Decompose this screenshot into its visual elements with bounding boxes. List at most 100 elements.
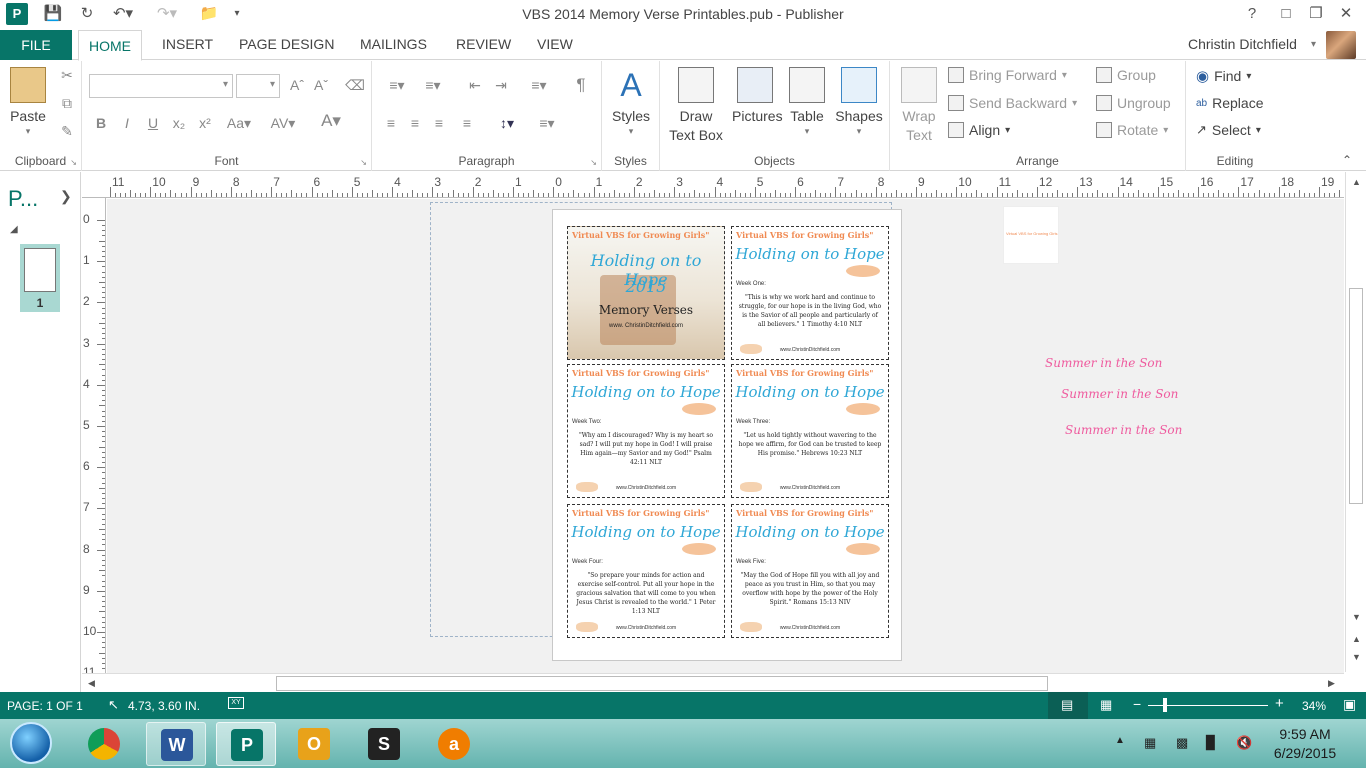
bold-icon[interactable]: B <box>90 115 112 131</box>
styles-button[interactable]: A Styles ▾ <box>608 67 654 136</box>
align-button[interactable]: Align ▾ <box>948 122 1010 138</box>
change-case-icon[interactable]: Aa▾ <box>222 115 256 132</box>
shrink-font-icon[interactable]: Aˇ <box>310 77 332 93</box>
tab-review[interactable]: REVIEW <box>456 36 511 52</box>
scratch-object[interactable]: Virtual VBS for Growing Girls <box>1003 206 1059 264</box>
horizontal-ruler[interactable]: 11 10 9 8 7 6 5 4 3 2 1 0 1 2 3 4 5 6 7 8 9 10 11 12 13 14 15 16 17 1… <box>82 172 1344 198</box>
bullets-icon[interactable]: ≡▾ <box>382 77 412 94</box>
collapse-section-icon[interactable]: ◢ <box>10 224 18 235</box>
select-button[interactable]: ↗ Select ▾ <box>1196 122 1261 138</box>
shapes-button[interactable]: Shapes ▾ <box>834 67 884 136</box>
copy-icon[interactable]: ⧉ <box>56 95 78 112</box>
columns-icon[interactable]: ≡▾ <box>524 77 554 94</box>
group-button[interactable]: Group <box>1096 67 1156 83</box>
numbering-icon[interactable]: ≡▾ <box>418 77 448 94</box>
app-taskbar-button[interactable]: S <box>354 722 414 766</box>
device-icon[interactable]: ▩ <box>1176 735 1188 751</box>
verse-card[interactable]: Virtual VBS for Growing Girls" Holding on… <box>731 226 889 360</box>
show-formatting-icon[interactable]: ¶ <box>570 75 592 95</box>
zoom-level[interactable]: 34% <box>1302 699 1326 713</box>
decrease-indent-icon[interactable]: ⇤ <box>464 77 486 94</box>
paragraph-launcher-icon[interactable]: ↘ <box>590 158 597 167</box>
single-page-view-button[interactable]: ▤ <box>1048 692 1088 719</box>
clipboard-launcher-icon[interactable]: ↘ <box>70 158 77 167</box>
paragraph-spacing-icon[interactable]: ≡▾ <box>530 115 564 132</box>
collapse-ribbon-icon[interactable]: ⌃ <box>1342 153 1352 167</box>
windows-flag-icon[interactable]: ▦ <box>1144 735 1156 751</box>
scroll-left-icon[interactable]: ◀ <box>88 678 95 689</box>
two-page-view-icon[interactable]: ▦ <box>1100 697 1112 713</box>
ribbon-display-icon[interactable]: □ <box>1272 4 1300 24</box>
windows-start-icon[interactable] <box>10 722 52 764</box>
send-backward-button[interactable]: Send Backward ▾ <box>948 95 1077 111</box>
verse-card[interactable]: Virtual VBS for Growing Girls" Holding on… <box>567 364 725 498</box>
vertical-scroll-thumb[interactable] <box>1349 288 1363 504</box>
user-name[interactable]: Christin Ditchfield <box>1188 36 1297 52</box>
draw-text-box-button[interactable]: Draw Text Box <box>664 67 728 145</box>
find-button[interactable]: ◉ Find ▾ <box>1196 67 1251 85</box>
user-dropdown-icon[interactable]: ▾ <box>1311 39 1316 50</box>
taskbar-clock[interactable]: 9:59 AM 6/29/2015 <box>1270 725 1340 763</box>
tab-view[interactable]: VIEW <box>537 36 573 52</box>
pages-panel-title[interactable]: P... <box>8 186 38 212</box>
clear-formatting-icon[interactable]: ⌫ <box>344 77 366 94</box>
previous-page-icon[interactable]: ▲ <box>1352 634 1361 644</box>
line-spacing-icon[interactable]: ↕▾ <box>490 115 524 132</box>
underline-icon[interactable]: U <box>142 115 164 131</box>
align-center-icon[interactable]: ≡ <box>404 115 426 131</box>
font-size-input[interactable]: ▾ <box>236 74 280 98</box>
table-button[interactable]: Table ▾ <box>786 67 828 136</box>
page-indicator[interactable]: PAGE: 1 OF 1 <box>7 699 83 713</box>
horizontal-scrollbar[interactable]: ◀ ▶ <box>82 673 1344 692</box>
character-spacing-icon[interactable]: AV▾ <box>266 115 300 132</box>
zoom-slider-thumb[interactable] <box>1163 698 1167 712</box>
grow-font-icon[interactable]: Aˆ <box>286 77 308 93</box>
workspace-canvas[interactable]: Virtual VBS for Growing Girls" Holding o… <box>107 199 1344 673</box>
font-color-icon[interactable]: A▾ <box>314 111 348 131</box>
chrome-taskbar-button[interactable] <box>74 722 134 766</box>
fit-page-icon[interactable]: ▣ <box>1343 696 1356 713</box>
bring-forward-button[interactable]: Bring Forward ▾ <box>948 67 1067 83</box>
replace-button[interactable]: ab Replace <box>1196 95 1264 111</box>
align-right-icon[interactable]: ≡ <box>428 115 450 131</box>
horizontal-scroll-thumb[interactable] <box>276 676 1048 691</box>
format-painter-icon[interactable]: ✎ <box>56 123 78 140</box>
verse-card[interactable]: Virtual VBS for Growing Girls" Holding on… <box>567 504 725 638</box>
cut-icon[interactable]: ✂ <box>56 67 78 84</box>
expand-panel-icon[interactable]: ❯ <box>60 188 72 205</box>
italic-icon[interactable]: I <box>116 115 138 131</box>
tab-insert[interactable]: INSERT <box>162 36 213 52</box>
publisher-taskbar-button[interactable]: P <box>216 722 276 766</box>
volume-muted-icon[interactable]: 🔇 <box>1236 735 1252 751</box>
verse-card[interactable]: Virtual VBS for Growing Girls" Holding on… <box>731 504 889 638</box>
rotate-button[interactable]: Rotate ▾ <box>1096 122 1168 138</box>
tab-home[interactable]: HOME <box>78 30 142 61</box>
wrap-text-button[interactable]: Wrap Text <box>898 67 940 145</box>
superscript-icon[interactable]: x² <box>194 115 216 131</box>
document-page[interactable]: Virtual VBS for Growing Girls" Holding o… <box>552 209 902 661</box>
font-launcher-icon[interactable]: ↘ <box>360 158 367 167</box>
subscript-icon[interactable]: x₂ <box>168 115 190 131</box>
close-icon[interactable]: ✕ <box>1332 4 1360 24</box>
vertical-ruler[interactable]: 0 1 2 3 4 5 6 7 8 9 10 11 <box>82 198 106 674</box>
restore-icon[interactable]: ❐ <box>1302 4 1330 24</box>
verse-card[interactable]: Virtual VBS for Growing Girls" Holding on… <box>731 364 889 498</box>
vertical-scrollbar[interactable]: ▲ ▼ ▲ ▼ <box>1345 172 1366 672</box>
tab-file[interactable]: FILE <box>0 30 72 60</box>
scroll-up-icon[interactable]: ▲ <box>1352 177 1361 187</box>
avast-taskbar-button[interactable]: a <box>424 722 484 766</box>
pictures-button[interactable]: Pictures <box>732 67 783 126</box>
scroll-right-icon[interactable]: ▶ <box>1328 678 1335 689</box>
show-hidden-icons[interactable]: ▲ <box>1115 735 1125 746</box>
increase-indent-icon[interactable]: ⇥ <box>490 77 512 94</box>
font-name-input[interactable]: ▾ <box>89 74 233 98</box>
summer-in-the-son-text[interactable]: Summer in the Son <box>1045 356 1162 370</box>
summer-in-the-son-text[interactable]: Summer in the Son <box>1061 387 1178 401</box>
zoom-out-icon[interactable]: − <box>1133 696 1141 712</box>
align-left-icon[interactable]: ≡ <box>380 115 402 131</box>
cover-card[interactable]: Virtual VBS for Growing Girls" Holding o… <box>567 226 725 360</box>
word-taskbar-button[interactable]: W <box>146 722 206 766</box>
zoom-in-icon[interactable]: + <box>1275 695 1284 712</box>
tab-mailings[interactable]: MAILINGS <box>360 36 427 52</box>
page-thumbnail[interactable]: 1 <box>20 244 60 312</box>
